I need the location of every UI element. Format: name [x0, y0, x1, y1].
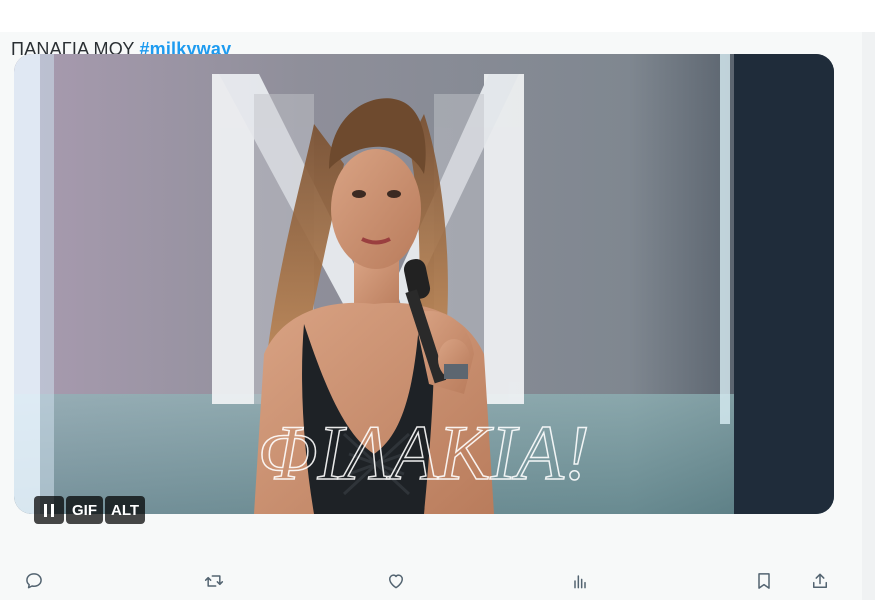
reply-icon: [26, 573, 42, 589]
reply-button[interactable]: [20, 567, 48, 595]
tweet-actions: [0, 567, 862, 597]
like-button[interactable]: [382, 567, 410, 595]
pause-icon: [44, 503, 54, 517]
gif-media[interactable]: ΦΙΛΑΚΙΑ!: [14, 54, 834, 514]
like-icon: [389, 574, 403, 589]
retweet-icon: [204, 575, 224, 587]
media-badges: GIF ALT: [34, 496, 146, 524]
views-icon: [574, 575, 586, 589]
gif-frame: ΦΙΛΑΚΙΑ!: [14, 54, 834, 514]
top-bar: [0, 0, 875, 32]
bookmark-icon: [758, 573, 770, 589]
views-button[interactable]: [566, 567, 594, 595]
pause-button[interactable]: [34, 496, 64, 524]
share-button[interactable]: [806, 567, 834, 595]
bookmark-button[interactable]: [750, 567, 778, 595]
share-icon: [813, 573, 827, 588]
gif-caption-overlay: ΦΙΛΑΚΙΑ!: [258, 409, 590, 496]
alt-button[interactable]: ALT: [105, 496, 146, 524]
gif-badge: GIF: [66, 496, 103, 524]
retweet-button[interactable]: [200, 567, 228, 595]
